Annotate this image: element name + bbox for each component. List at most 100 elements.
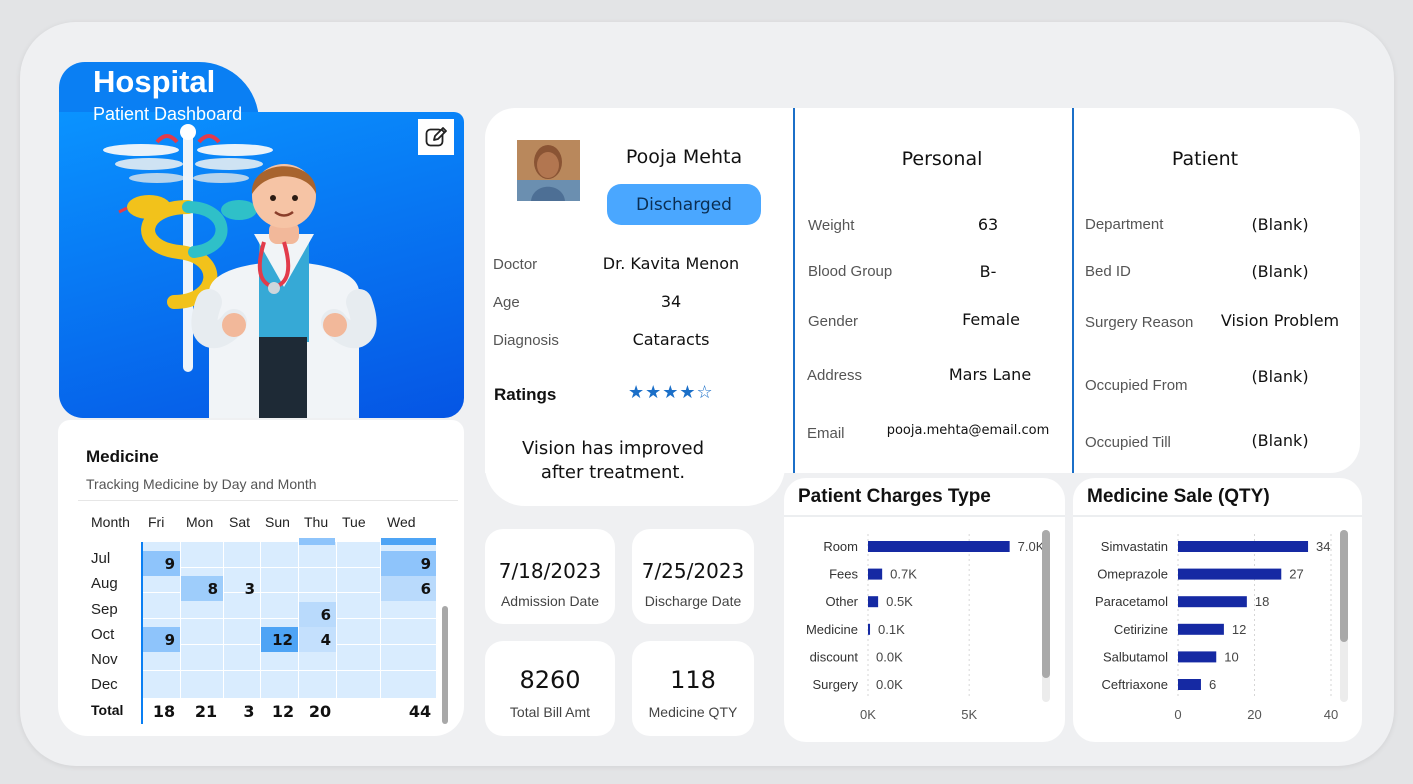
x-tick-label: 0 [1174, 707, 1181, 722]
medicine-card: Medicine Tracking Medicine by Day and Mo… [58, 420, 464, 736]
blood-group-label: Blood Group [808, 263, 893, 280]
diagnosis-label: Diagnosis [493, 332, 559, 349]
edit-button[interactable] [418, 119, 454, 155]
age-value: 34 [660, 292, 682, 311]
data-label: 6 [1209, 677, 1216, 692]
patient-name: Pooja Mehta [625, 146, 743, 168]
treatment-note: Vision has improved after treatment. [521, 438, 705, 483]
total-label: Total [91, 702, 124, 718]
hero-banner [59, 112, 464, 418]
x-tick-label: 20 [1247, 707, 1261, 722]
category-label: Room [823, 539, 858, 554]
bar[interactable] [1178, 568, 1282, 580]
email-label: Email [807, 425, 845, 442]
column-header-mon[interactable]: Mon [186, 514, 213, 530]
email-value: pooja.mehta@email.com [886, 423, 1050, 438]
total-fri: 18 [152, 702, 176, 721]
doctor-value: Dr. Kavita Menon [602, 254, 740, 273]
row-label-month[interactable]: Aug [91, 575, 118, 592]
discharge-date-card: 7/25/2023 Discharge Date [632, 529, 754, 624]
medicine-qty-value: 118 [670, 666, 716, 694]
matrix-cell[interactable]: 3 [224, 576, 260, 601]
occupied-till-value: (Blank) [1251, 431, 1309, 450]
category-label: Other [825, 594, 858, 609]
patient-charges-card: Patient Charges Type 0K 5K Room 7.0K Fees 0.7… [784, 478, 1065, 742]
chart-scrollbar[interactable] [1340, 530, 1348, 702]
section-divider [793, 108, 795, 473]
bar[interactable] [868, 623, 871, 635]
total-wed: 44 [408, 702, 432, 721]
category-label: Cetirizine [1114, 622, 1168, 637]
data-label: 18 [1255, 594, 1269, 609]
data-label: 0.0K [876, 649, 903, 664]
column-header-sun[interactable]: Sun [265, 514, 290, 530]
row-label-month[interactable]: Oct [91, 626, 114, 643]
data-label: 0.5K [886, 594, 913, 609]
medicine-divider [78, 500, 458, 501]
category-label: Ceftriaxone [1102, 677, 1168, 692]
bar[interactable] [868, 596, 879, 608]
row-label-month[interactable]: Jul [91, 550, 110, 567]
matrix-cell[interactable]: 4 [299, 627, 336, 652]
dashboard-title: Hospital [93, 64, 216, 99]
medicine-title: Medicine [86, 447, 159, 466]
column-header-sat[interactable]: Sat [229, 514, 250, 530]
matrix-cell[interactable]: 12 [261, 627, 298, 652]
matrix-cell[interactable]: 8 [181, 576, 223, 601]
column-header-month[interactable]: Month [91, 514, 130, 530]
patient-avatar [517, 140, 580, 201]
category-label: discount [810, 649, 859, 664]
total-bill-card: 8260 Total Bill Amt [485, 641, 615, 736]
medicine-qty-label: Medicine QTY [648, 704, 738, 720]
personal-title: Personal [901, 148, 983, 170]
column-header-tue[interactable]: Tue [342, 514, 366, 530]
chart-scrollbar[interactable] [1042, 530, 1050, 702]
x-tick-label: 5K [961, 707, 977, 722]
bar[interactable] [1178, 596, 1247, 608]
bar[interactable] [868, 541, 1010, 552]
category-label: Fees [829, 567, 858, 582]
department-value: (Blank) [1251, 215, 1309, 234]
category-label: Salbutamol [1103, 649, 1168, 664]
address-label: Address [807, 367, 863, 384]
medicine-matrix: 9 9 8 3 6 6 9 12 4 [142, 538, 436, 698]
row-label-month[interactable]: Nov [91, 651, 118, 668]
total-sat: 3 [243, 702, 255, 721]
occupied-from-value: (Blank) [1251, 367, 1309, 386]
x-tick-label: 40 [1324, 707, 1338, 722]
bed-id-label: Bed ID [1085, 263, 1131, 280]
data-label: 12 [1232, 622, 1246, 637]
admission-date-label: Admission Date [500, 593, 600, 609]
diagnosis-value: Cataracts [632, 330, 710, 349]
rating-stars: ★★★★☆ [628, 382, 714, 403]
row-label-month[interactable]: Sep [91, 601, 118, 618]
data-label: 27 [1289, 567, 1303, 582]
surgery-reason-value: Vision Problem [1220, 311, 1340, 330]
bar[interactable] [1178, 623, 1224, 635]
medicine-subtitle: Tracking Medicine by Day and Month [86, 476, 317, 492]
bar[interactable] [1178, 541, 1309, 552]
matrix-cell[interactable]: 9 [381, 551, 436, 576]
bar[interactable] [1178, 679, 1201, 690]
column-header-wed[interactable]: Wed [387, 514, 416, 530]
total-sun: 12 [271, 702, 295, 721]
matrix-cell[interactable]: 9 [142, 551, 180, 576]
department-label: Department [1085, 216, 1164, 233]
occupied-till-label: Occupied Till [1085, 434, 1171, 451]
weight-value: 63 [977, 215, 999, 234]
matrix-scrollbar[interactable] [442, 606, 448, 724]
bar[interactable] [1178, 651, 1217, 663]
dashboard-subtitle: Patient Dashboard [93, 104, 243, 124]
matrix-divider [141, 542, 143, 724]
matrix-cell[interactable]: 6 [299, 602, 336, 627]
column-header-fri[interactable]: Fri [148, 514, 164, 530]
matrix-cell[interactable]: 6 [381, 576, 436, 601]
surgery-reason-label: Surgery Reason [1085, 314, 1194, 331]
matrix-cell[interactable]: 9 [142, 627, 180, 652]
data-label: 34 [1316, 539, 1330, 554]
row-label-month[interactable]: Dec [91, 676, 118, 693]
bar[interactable] [868, 568, 883, 580]
category-label: Omeprazole [1097, 567, 1168, 582]
category-label: Medicine [806, 622, 858, 637]
column-header-thu[interactable]: Thu [304, 514, 328, 530]
